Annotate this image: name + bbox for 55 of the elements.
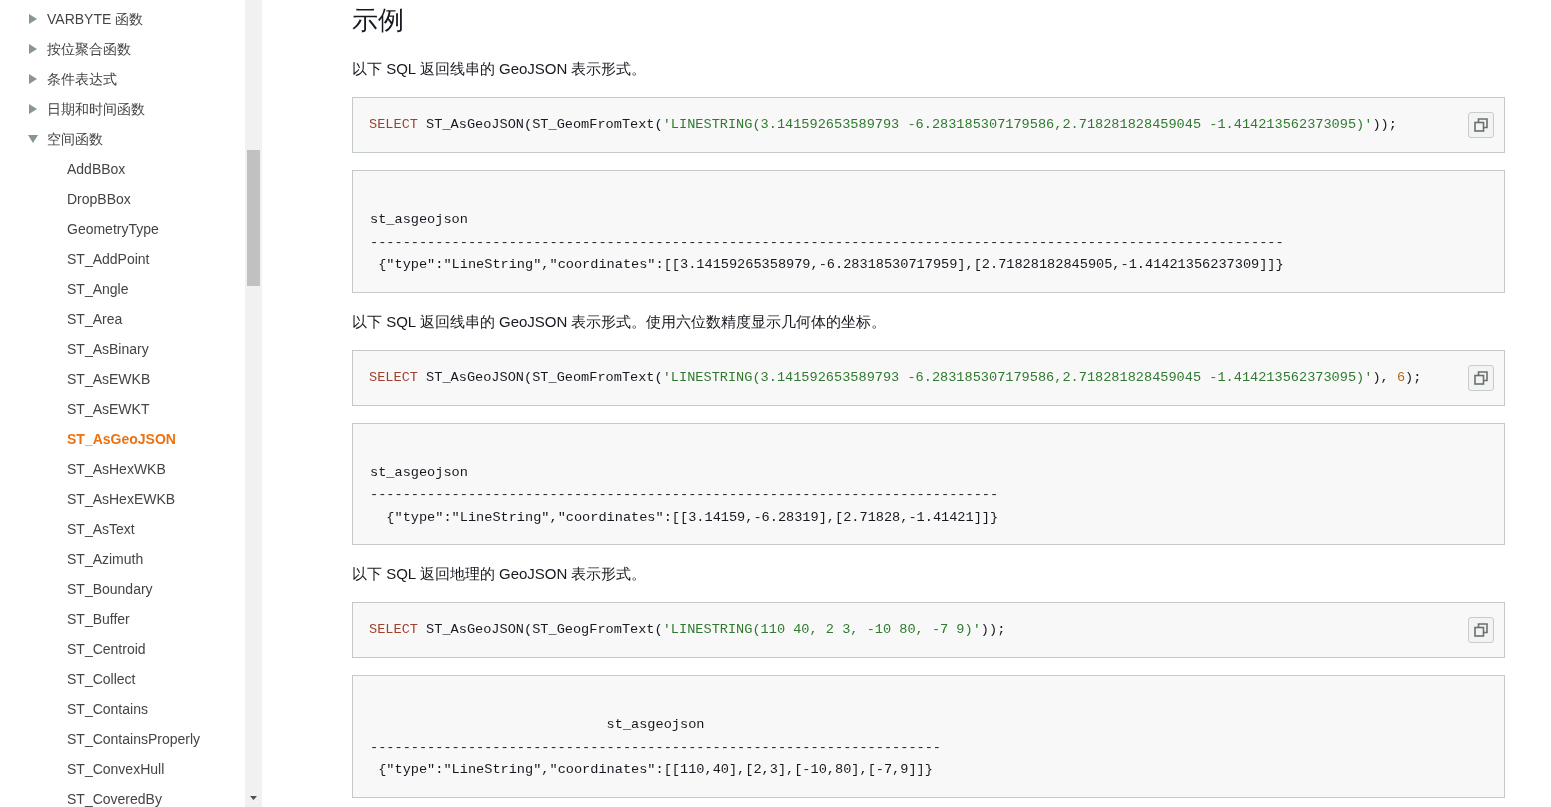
result-column-header: st_asgeojson <box>370 463 468 482</box>
sql-code-line: SELECT ST_AsGeoJSON(ST_GeogFromText('LINESTRING(110 40, 2 3, -10 80, -7 9)')); <box>369 621 1006 639</box>
sidebar-item[interactable]: ST_AsEWKB <box>67 371 151 387</box>
copy-icon <box>1474 623 1488 637</box>
copy-icon <box>1474 370 1488 385</box>
sidebar-item[interactable]: ST_Azimuth <box>67 551 144 567</box>
result-column-header: st_asgeojson <box>606 716 705 734</box>
result-row-text: {"type":"LineString","coordinates":[[3.14159,-6.28319],[2.71828,-1.41421]]} <box>386 508 999 527</box>
sidebar-item[interactable]: ST_CoveredBy <box>67 791 162 807</box>
copy-button[interactable] <box>1468 112 1494 138</box>
result-divider-line: ---------------------------------------------------------------------------------------------------------------- <box>370 233 1284 252</box>
result-divider-line: ---------------------------------------------------------------------- <box>370 738 942 757</box>
sidebar-item[interactable]: ST_Boundary <box>67 581 153 597</box>
triangle-right-icon[interactable] <box>29 104 37 114</box>
sidebar-item[interactable]: ST_AsText <box>67 521 135 537</box>
triangle-down-icon[interactable] <box>28 135 38 143</box>
sidebar-item[interactable]: ST_ConvexHull <box>67 761 165 777</box>
sidebar-item[interactable]: ST_AsBinary <box>67 341 149 357</box>
example-description: 以下 SQL 返回地理的 GeoJSON 表示形式。 <box>352 564 647 584</box>
copy-button[interactable] <box>1468 364 1494 391</box>
sidebar-item[interactable]: VARBYTE 函数 <box>28 11 144 27</box>
example-description: 以下 SQL 返回线串的 GeoJSON 表示形式。 <box>352 59 647 79</box>
sidebar-item[interactable]: ST_Buffer <box>67 611 130 627</box>
scrollbar-thumb[interactable] <box>247 150 260 286</box>
sidebar-item[interactable]: DropBBox <box>67 191 131 207</box>
example-description: 以下 SQL 返回线串的 GeoJSON 表示形式。使用六位数精度显示几何体的坐标。 <box>352 311 887 332</box>
sidebar-item[interactable]: ST_ContainsProperly <box>67 731 201 747</box>
sidebar-item[interactable]: ST_Area <box>67 311 123 327</box>
sidebar-item[interactable]: AddBBox <box>67 161 126 177</box>
copy-button[interactable] <box>1468 617 1494 643</box>
sql-code-line: SELECT ST_AsGeoJSON(ST_GeomFromText('LINESTRING(3.141592653589793 -6.283185307179586,2.718281828459045 -1.414213562373095)')); <box>369 116 1397 134</box>
section-heading: 示例 <box>352 4 404 37</box>
sidebar-item[interactable]: ST_Centroid <box>67 641 146 657</box>
triangle-right-icon[interactable] <box>29 14 37 24</box>
sidebar-item[interactable]: ST_AsEWKT <box>67 401 150 417</box>
sql-code-line: SELECT ST_AsGeoJSON(ST_GeomFromText('LINESTRING(3.141592653589793 -6.283185307179586,2.718281828459045 -1.414213562373095)'), 6); <box>369 368 1422 387</box>
sidebar-item[interactable]: ST_AddPoint <box>67 251 150 267</box>
triangle-right-icon[interactable] <box>29 44 37 54</box>
sidebar-item[interactable]: GeometryType <box>67 221 159 237</box>
result-row-text: {"type":"LineString","coordinates":[[110,40],[2,3],[-10,80],[-7,9]]} <box>378 761 933 779</box>
sidebar-item[interactable]: ST_Angle <box>67 281 129 297</box>
triangle-right-icon[interactable] <box>29 74 37 84</box>
sidebar-item[interactable]: ST_Contains <box>67 701 148 717</box>
copy-icon <box>1474 118 1488 132</box>
sidebar-item[interactable]: ST_Collect <box>67 671 136 687</box>
sidebar-item[interactable]: 日期和时间函数 <box>28 101 145 117</box>
result-column-header: st_asgeojson <box>370 211 468 229</box>
sidebar-item[interactable]: 空间函数 <box>28 131 103 147</box>
sidebar-item[interactable]: ST_AsHexEWKB <box>67 491 176 507</box>
sidebar-item[interactable]: ST_AsHexWKB <box>67 461 166 477</box>
scroll-down-arrow-icon[interactable] <box>250 796 257 800</box>
result-row-text: {"type":"LineString","coordinates":[[3.14159265358979,-6.28318530717959],[2.71828182845905,-1.41421356237309]]} <box>378 256 1284 274</box>
sidebar-item[interactable]: 条件表达式 <box>28 71 117 87</box>
result-divider-line: ----------------------------------------------------------------------------- <box>370 486 999 504</box>
sidebar-item[interactable]: 按位聚合函数 <box>28 41 131 57</box>
